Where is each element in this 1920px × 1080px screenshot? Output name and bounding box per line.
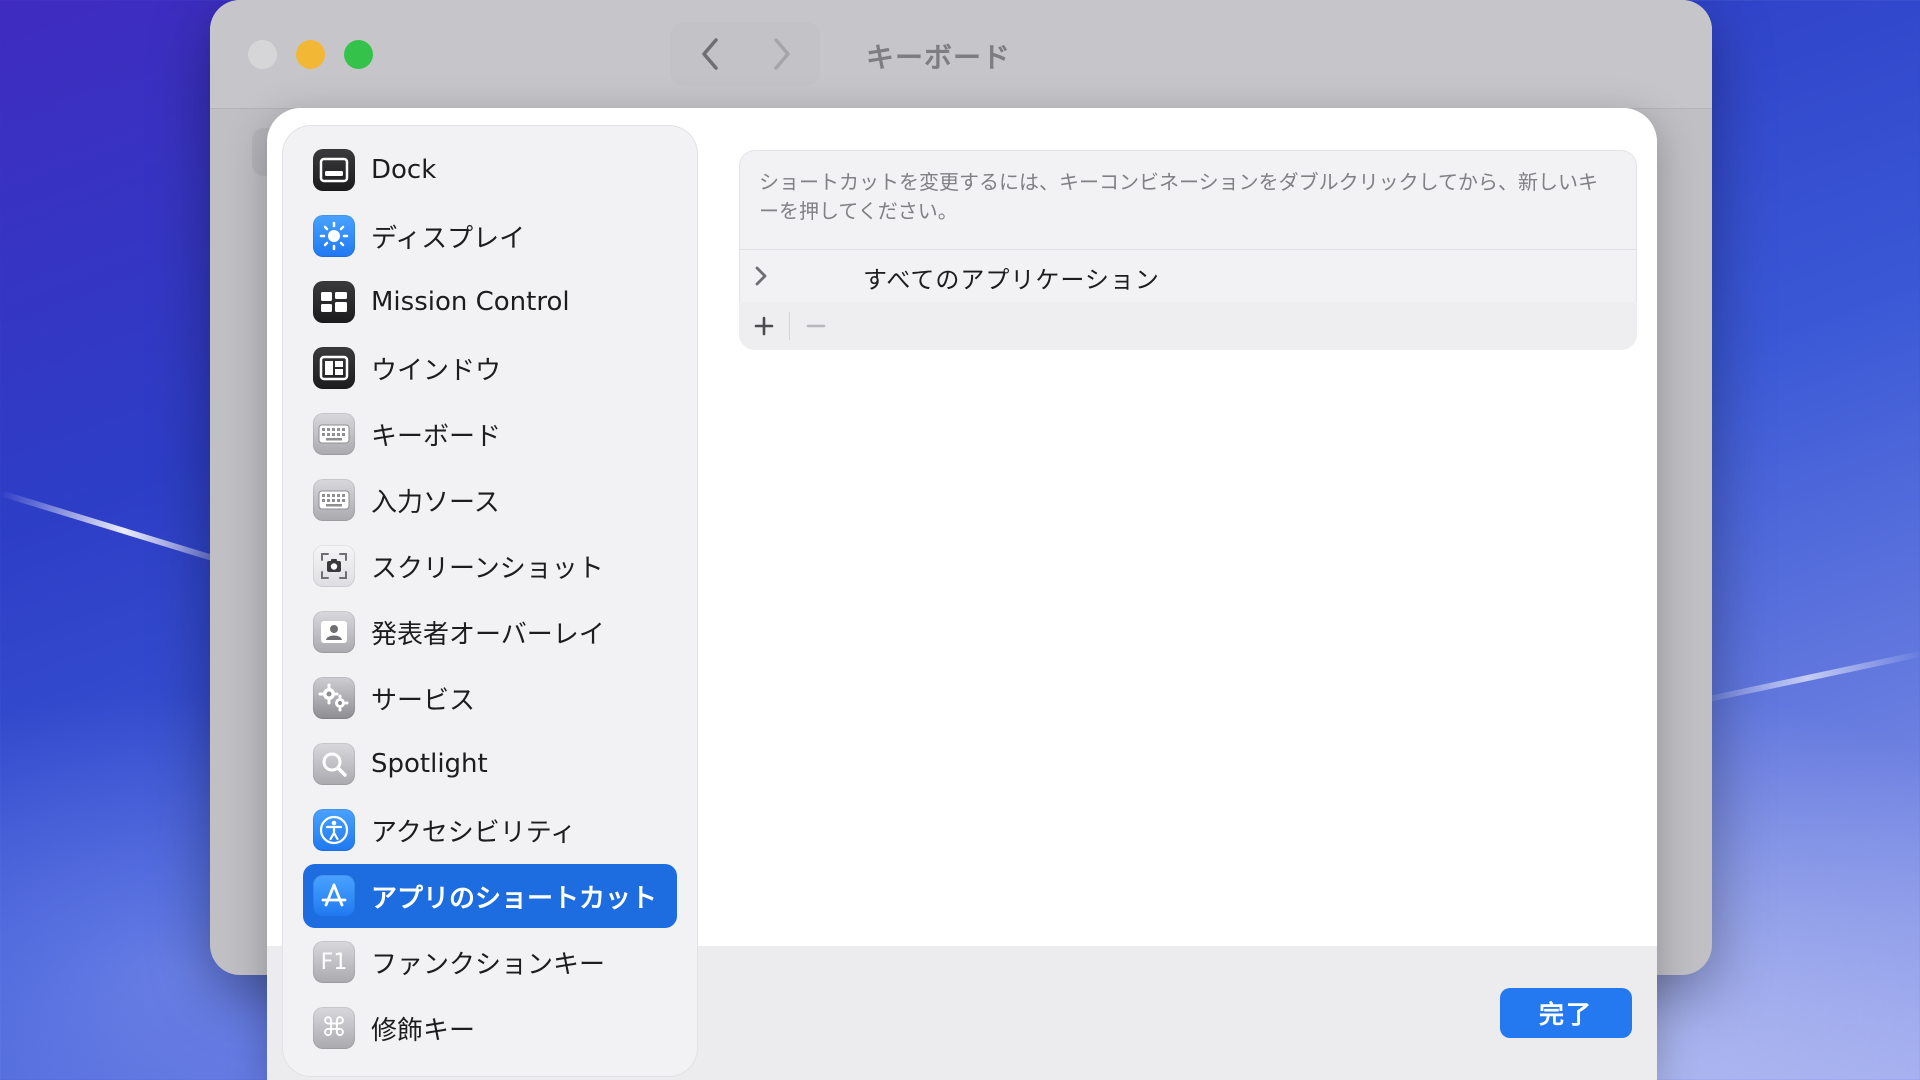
back-button[interactable] <box>678 22 742 86</box>
function-key-icon: F1 <box>313 941 355 983</box>
sidebar-item-label: スクリーンショット <box>371 553 604 584</box>
all-applications-row[interactable]: すべてのアプリケーション <box>739 250 1637 302</box>
app-shortcuts-icon <box>313 875 355 917</box>
window-icon <box>313 347 355 389</box>
app-shortcuts-panel: ショートカットを変更するには、キーコンビネーションをダブルクリックしてから、新し… <box>739 150 1637 350</box>
sidebar-item-window[interactable]: ウインドウ <box>303 336 677 400</box>
accessibility-icon <box>313 809 355 851</box>
remove-shortcut-button[interactable] <box>791 302 841 350</box>
display-brightness-icon <box>313 215 355 257</box>
shortcuts-sidebar: Dock ディスプレイ Mission Control ウインドウ キーボード <box>283 126 697 1076</box>
minus-icon <box>806 324 826 328</box>
list-toolbar <box>739 302 1637 350</box>
add-shortcut-button[interactable] <box>739 302 789 350</box>
maximize-window-button[interactable] <box>344 40 373 69</box>
sidebar-item-input-sources[interactable]: 入力ソース <box>303 468 677 532</box>
sidebar-item-label: アプリのショートカット <box>371 883 658 914</box>
plus-icon <box>754 316 774 336</box>
done-button[interactable]: 完了 <box>1500 988 1632 1038</box>
mission-control-icon <box>313 281 355 323</box>
toolbar-separator <box>789 312 790 340</box>
sidebar-item-label: キーボード <box>371 421 502 452</box>
keyboard-icon <box>313 413 355 455</box>
sidebar-item-label: サービス <box>371 685 476 716</box>
sidebar-item-label: Spotlight <box>371 749 488 779</box>
screenshot-icon <box>313 545 355 587</box>
sidebar-item-label: アクセシビリティ <box>371 817 577 848</box>
sidebar-item-label: Mission Control <box>371 287 570 317</box>
sidebar-item-label: ファンクションキー <box>371 949 606 980</box>
sidebar-item-label: 入力ソース <box>371 487 500 518</box>
sidebar-item-label: Dock <box>371 155 437 185</box>
all-applications-label: すべてのアプリケーション <box>863 266 1160 294</box>
sidebar-item-label: ウインドウ <box>371 355 502 386</box>
chevron-left-icon <box>702 38 718 70</box>
sidebar-item-mission-control[interactable]: Mission Control <box>303 270 677 334</box>
minimize-window-button[interactable] <box>296 40 325 69</box>
sidebar-item-dock[interactable]: Dock <box>303 138 677 202</box>
close-window-button[interactable] <box>248 40 277 69</box>
sidebar-item-screenshot[interactable]: スクリーンショット <box>303 534 677 598</box>
sidebar-item-label: 発表者オーバーレイ <box>371 619 605 650</box>
input-source-icon <box>313 479 355 521</box>
chevron-right-icon <box>774 38 790 70</box>
forward-button[interactable] <box>750 22 814 86</box>
presenter-overlay-icon <box>313 611 355 653</box>
navigation-buttons <box>670 22 820 86</box>
sidebar-item-function-keys[interactable]: F1 ファンクションキー <box>303 930 677 994</box>
command-key-glyph: ⌘ <box>321 1013 347 1043</box>
shortcut-instructions: ショートカットを変更するには、キーコンビネーションをダブルクリックしてから、新し… <box>759 170 1598 223</box>
sidebar-item-display[interactable]: ディスプレイ <box>303 204 677 268</box>
wallpaper-streak <box>1689 650 1920 706</box>
app-shortcuts-sheet: Dock ディスプレイ Mission Control ウインドウ キーボード <box>267 108 1657 1080</box>
sidebar-item-presenter-overlay[interactable]: 発表者オーバーレイ <box>303 600 677 664</box>
window-title: キーボード <box>866 41 1012 74</box>
sidebar-item-label: ディスプレイ <box>371 223 526 254</box>
modifier-keys-icon: ⌘ <box>313 1007 355 1049</box>
dock-icon <box>313 149 355 191</box>
sidebar-item-accessibility[interactable]: アクセシビリティ <box>303 798 677 862</box>
function-key-glyph: F1 <box>320 949 348 975</box>
spotlight-search-icon <box>313 743 355 785</box>
sidebar-item-spotlight[interactable]: Spotlight <box>303 732 677 796</box>
window-titlebar: キーボード <box>210 0 1712 109</box>
sidebar-item-label: 修飾キー <box>371 1015 476 1046</box>
sidebar-item-app-shortcuts[interactable]: アプリのショートカット <box>303 864 677 928</box>
services-gear-icon <box>313 677 355 719</box>
disclosure-chevron-icon[interactable] <box>751 264 771 288</box>
sidebar-item-modifier-keys[interactable]: ⌘ 修飾キー <box>303 996 677 1060</box>
sidebar-item-services[interactable]: サービス <box>303 666 677 730</box>
sidebar-item-keyboard[interactable]: キーボード <box>303 402 677 466</box>
